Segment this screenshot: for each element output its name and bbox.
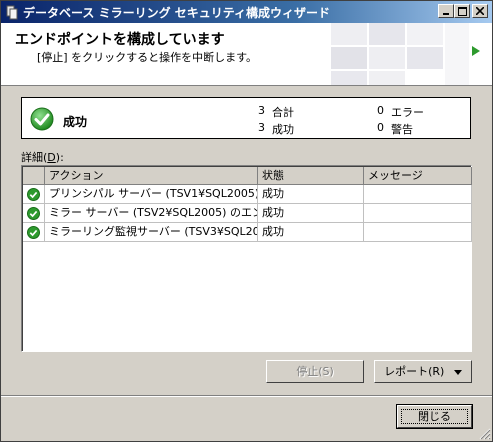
table-row[interactable]: プリンシパル サーバー (TSV1¥SQL2005) ... 成功: [23, 185, 472, 204]
next-arrow-icon: [472, 46, 480, 56]
error-label: エラー: [391, 106, 424, 119]
page-title: エンドポイントを構成しています: [15, 32, 225, 48]
close-icon: [476, 7, 484, 15]
success-count: 3: [258, 121, 265, 134]
row-message: [364, 185, 472, 204]
table-row[interactable]: ミラー サーバー (TSV2¥SQL2005) のエン... 成功: [23, 204, 472, 223]
maximize-icon: [457, 6, 467, 16]
total-count: 3: [258, 104, 265, 117]
warning-count: 0: [377, 121, 384, 134]
wizard-window: データベース ミラーリング セキュリティ構成ウィザード エンドポイントを構成して…: [0, 0, 493, 442]
close-window-button[interactable]: [472, 4, 488, 18]
stop-button[interactable]: 停止(S): [266, 360, 364, 383]
footer-separator: [1, 395, 492, 397]
header-decoration-graphic: [321, 23, 492, 85]
column-header-action[interactable]: アクション: [45, 167, 258, 185]
row-action: プリンシパル サーバー (TSV1¥SQL2005) ...: [45, 185, 258, 204]
resize-grip-icon[interactable]: [479, 428, 491, 440]
report-button-label: レポート(R): [384, 365, 445, 378]
column-header-status[interactable]: 状態: [258, 167, 364, 185]
row-action: ミラー サーバー (TSV2¥SQL2005) のエン...: [45, 204, 258, 223]
success-icon: [27, 206, 40, 220]
row-message: [364, 204, 472, 223]
table-row[interactable]: ミラーリング監視サーバー (TSV3¥SQL200... 成功: [23, 223, 472, 242]
summary-panel: 成功 3 合計 3 成功 0 エラー 0 警告: [21, 97, 471, 139]
row-status: 成功: [258, 204, 364, 223]
report-button[interactable]: レポート(R): [374, 360, 472, 383]
row-status: 成功: [258, 223, 364, 242]
total-label: 合計: [272, 106, 294, 119]
close-button[interactable]: 閉じる: [396, 404, 473, 429]
row-status: 成功: [258, 185, 364, 204]
row-action: ミラーリング監視サーバー (TSV3¥SQL200...: [45, 223, 258, 242]
warning-label: 警告: [391, 123, 413, 136]
column-header-message[interactable]: メッセージ: [364, 167, 472, 185]
error-count: 0: [377, 104, 384, 117]
row-message: [364, 223, 472, 242]
wizard-header: エンドポイントを構成しています [停止] をクリックすると操作を中断します。: [1, 23, 492, 86]
success-icon: [30, 107, 54, 131]
dropdown-arrow-icon: [453, 369, 462, 375]
window-title: データベース ミラーリング セキュリティ構成ウィザード: [23, 6, 331, 20]
page-subtitle: [停止] をクリックすると操作を中断します。: [37, 51, 257, 64]
success-icon: [27, 225, 40, 239]
success-icon: [27, 187, 40, 201]
minimize-icon: [443, 13, 449, 15]
summary-status: 成功: [63, 115, 88, 129]
minimize-button[interactable]: [438, 4, 454, 18]
details-label: 詳細(D):: [21, 151, 64, 164]
success-label: 成功: [272, 123, 294, 136]
title-bar[interactable]: データベース ミラーリング セキュリティ構成ウィザード: [1, 1, 492, 23]
app-icon: [6, 5, 18, 20]
grid-header: アクション 状態 メッセージ: [23, 167, 472, 185]
details-grid[interactable]: アクション 状態 メッセージ プリンシパル サーバー (TSV1¥SQL2005…: [21, 165, 472, 352]
grid-header-icon-column: [23, 167, 45, 185]
maximize-button[interactable]: [454, 4, 470, 18]
